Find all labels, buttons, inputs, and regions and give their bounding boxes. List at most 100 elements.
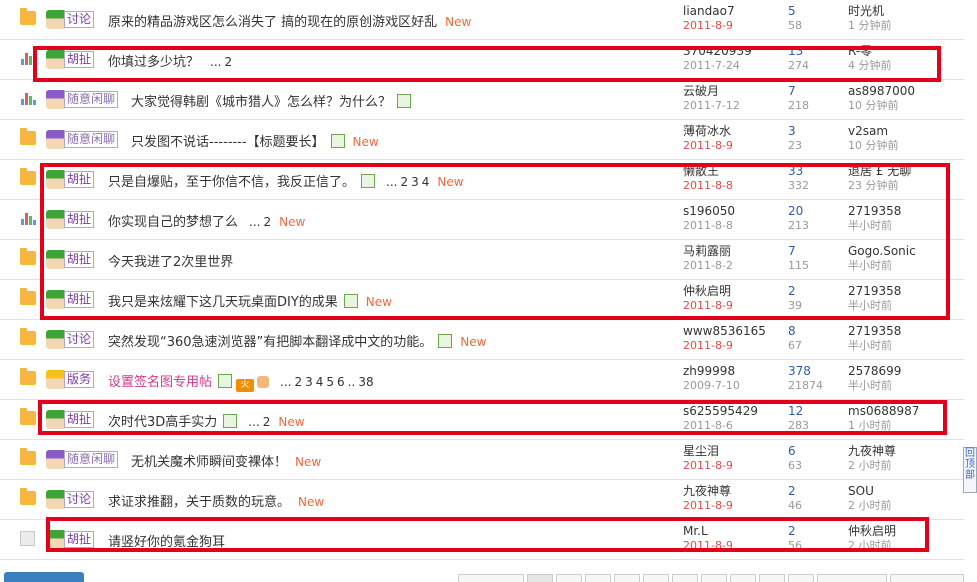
pagination-page[interactable] <box>672 574 698 582</box>
avatar-icon <box>46 10 66 29</box>
author-name[interactable]: 九夜神尊 <box>683 483 778 499</box>
new-thread-button[interactable] <box>4 572 84 582</box>
pagination-prev[interactable] <box>458 574 524 582</box>
author-cell: 薄荷冰水 2011-8-9 <box>683 123 778 153</box>
reply-count[interactable]: 8 <box>788 323 840 339</box>
last-post-time[interactable]: 2 小时前 <box>848 499 958 513</box>
view-count: 63 <box>788 459 802 472</box>
avatar-icon <box>46 330 66 349</box>
last-post-time[interactable]: 2 小时前 <box>848 459 958 473</box>
reply-count[interactable]: 5 <box>788 3 840 19</box>
highlight-box <box>46 517 929 552</box>
last-post-cell: as8987000 10 分钟前 <box>848 83 958 113</box>
thread-title-link[interactable]: 大家觉得韩剧《城市猎人》怎么样？为什么？ <box>131 95 391 110</box>
last-post-user[interactable]: v2sam <box>848 123 958 139</box>
post-date: 2011-8-9 <box>683 499 733 512</box>
post-date: 2011-8-9 <box>683 139 733 152</box>
reply-count[interactable]: 378 <box>788 363 840 379</box>
thread-title-link[interactable]: 突然发现“360急速浏览器”有把脚本翻译成中文的功能。 <box>108 335 432 350</box>
thread-page-link[interactable]: 2 <box>294 375 302 389</box>
last-post-user[interactable]: 时光机 <box>848 3 958 19</box>
thread-title-block: 求证求推翻，关于质数的玩意。 New <box>108 491 324 510</box>
image-attachment-icon <box>438 334 453 348</box>
author-name[interactable]: 云破月 <box>683 83 778 99</box>
last-post-user[interactable]: 2719358 <box>848 323 958 339</box>
last-post-time[interactable]: 10 分钟前 <box>848 99 958 113</box>
author-name[interactable]: 星尘泪 <box>683 443 778 459</box>
pagination-page[interactable] <box>730 574 756 582</box>
author-name[interactable]: zh99998 <box>683 363 778 379</box>
avatar-icon <box>46 90 66 109</box>
thread-title-block: 原来的精品游戏区怎么消失了 搞的现在的原创游戏区好乱 New <box>108 11 471 30</box>
thread-page-link[interactable]: 38 <box>358 375 373 389</box>
pagination-page[interactable] <box>643 574 669 582</box>
pagination-page[interactable] <box>817 574 887 582</box>
folder-icon <box>20 488 36 505</box>
author-name[interactable]: www8536165 <box>683 323 778 339</box>
category-tag: 版务 <box>64 371 95 388</box>
author-cell: liandao7 2011-8-9 <box>683 3 778 33</box>
thread-title-block: 设置签名图专用帖 火... 2 3 4 5 6.. 38 <box>108 371 374 392</box>
new-badge: New <box>460 335 487 349</box>
highlight-box <box>33 46 941 82</box>
author-cell: 九夜神尊 2011-8-9 <box>683 483 778 513</box>
last-post-user[interactable]: SOU <box>848 483 958 499</box>
category-tag: 讨论 <box>64 491 95 508</box>
folder-icon <box>20 328 36 345</box>
thread-page-link[interactable]: 4 <box>316 375 324 389</box>
author-name[interactable]: 薄荷冰水 <box>683 123 778 139</box>
counts-cell: 6 63 <box>788 443 840 473</box>
pagination-page[interactable] <box>556 574 582 582</box>
last-post-time[interactable]: 1 分钟前 <box>848 19 958 33</box>
thread-page-link: ... <box>280 375 292 389</box>
hot-icon: 火 <box>236 379 255 392</box>
thread-title-link[interactable]: 只发图不说话--------【标题要长】 <box>131 135 325 150</box>
new-badge: New <box>295 455 322 469</box>
thread-page-link[interactable]: 5 <box>326 375 334 389</box>
thread-page-link: .. <box>347 375 356 389</box>
reply-count[interactable]: 6 <box>788 443 840 459</box>
new-badge: New <box>352 135 379 149</box>
pagination-page[interactable] <box>527 574 553 582</box>
thread-title-link[interactable]: 无机关魔术师瞬间变裸体！ <box>131 455 287 470</box>
avatar-icon <box>46 490 66 509</box>
folder-icon <box>20 8 36 25</box>
pagination-page[interactable] <box>585 574 611 582</box>
thread-row: 讨论 原来的精品游戏区怎么消失了 搞的现在的原创游戏区好乱 New liandao7 2… <box>0 0 964 40</box>
last-post-time[interactable]: 10 分钟前 <box>848 139 958 153</box>
author-name[interactable]: liandao7 <box>683 3 778 19</box>
avatar-icon <box>46 450 66 469</box>
thread-title-block: 大家觉得韩剧《城市猎人》怎么样？为什么？ <box>131 91 412 110</box>
back-to-top-button[interactable]: 回顶部 <box>963 447 977 493</box>
thread-row: 随意闲聊 大家觉得韩剧《城市猎人》怎么样？为什么？ 云破月 2011-7-12 7 218… <box>0 80 964 120</box>
thread-page-link[interactable]: 6 <box>337 375 345 389</box>
post-date: 2011-7-12 <box>683 99 740 112</box>
pagination-page[interactable] <box>759 574 785 582</box>
last-post-time[interactable]: 半小时前 <box>848 339 958 353</box>
last-post-user[interactable]: as8987000 <box>848 83 958 99</box>
thread-title-link[interactable]: 求证求推翻，关于质数的玩意。 <box>108 495 290 510</box>
pagination-next[interactable] <box>890 574 964 582</box>
last-post-user[interactable]: 2578699 <box>848 363 958 379</box>
thread-title-block: 只发图不说话--------【标题要长】 New <box>131 131 379 150</box>
avatar-icon <box>46 130 66 149</box>
pagination-page[interactable] <box>788 574 814 582</box>
author-cell: www8536165 2011-8-9 <box>683 323 778 353</box>
pagination-page[interactable] <box>701 574 727 582</box>
pagination-page[interactable] <box>614 574 640 582</box>
reply-count[interactable]: 3 <box>788 123 840 139</box>
last-post-cell: 时光机 1 分钟前 <box>848 3 958 33</box>
author-cell: 星尘泪 2011-8-9 <box>683 443 778 473</box>
author-cell: 云破月 2011-7-12 <box>683 83 778 113</box>
thread-page-link[interactable]: 3 <box>305 375 313 389</box>
reply-count[interactable]: 2 <box>788 483 840 499</box>
thread-title-link[interactable]: 设置签名图专用帖 <box>108 375 212 390</box>
last-post-time[interactable]: 半小时前 <box>848 379 958 393</box>
post-date: 2009-7-10 <box>683 379 740 392</box>
category-tag: 随意闲聊 <box>64 131 119 148</box>
thread-title-link[interactable]: 原来的精品游戏区怎么消失了 搞的现在的原创游戏区好乱 <box>108 15 437 30</box>
folder-icon <box>20 288 36 305</box>
thread-row: 随意闲聊 只发图不说话--------【标题要长】 New 薄荷冰水 2011-8-9 3… <box>0 120 964 160</box>
reply-count[interactable]: 7 <box>788 83 840 99</box>
last-post-user[interactable]: 九夜神尊 <box>848 443 958 459</box>
